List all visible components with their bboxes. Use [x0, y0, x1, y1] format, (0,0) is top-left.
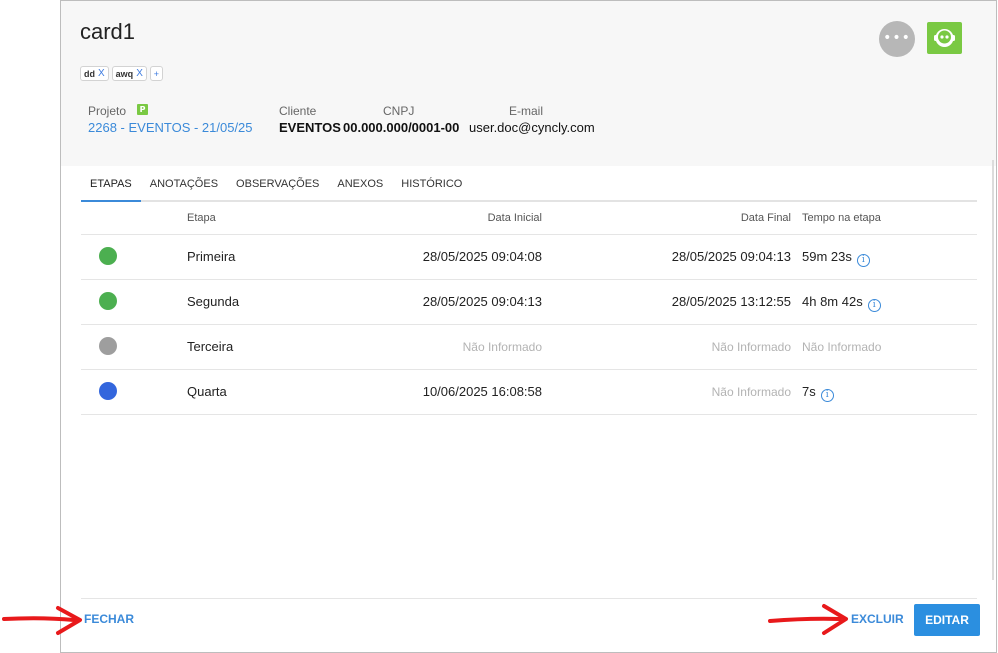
tag-label: dd — [84, 68, 95, 79]
start-date: 28/05/2025 09:04:08 — [422, 249, 542, 264]
stage-name: Primeira — [187, 249, 236, 264]
project-badge: P — [137, 104, 148, 115]
tag-dd: dd X — [80, 66, 109, 81]
tag-label: awq — [115, 68, 134, 79]
status-dot — [99, 382, 117, 400]
stage-name: Terceira — [187, 339, 234, 354]
project-link[interactable]: 2268 - EVENTOS - 21/05/25 — [88, 120, 253, 135]
email-value: user.doc@cyncly.com — [469, 120, 595, 135]
time-value: 4h 8m 42s — [802, 294, 863, 309]
info-icon[interactable]: i — [820, 389, 834, 402]
table-row[interactable]: Terceira Não Informado Não Informado Não… — [81, 325, 977, 370]
info-icon[interactable]: i — [856, 254, 870, 267]
tab-anotacoes[interactable]: ANOTAÇÕES — [141, 171, 227, 202]
scrollbar-track — [992, 160, 994, 580]
tab-etapas[interactable]: ETAPAS — [81, 171, 141, 202]
bot-button[interactable] — [927, 22, 962, 54]
client-label: Cliente — [279, 104, 317, 118]
email-label: E-mail — [509, 104, 544, 118]
more-options-button[interactable]: ••• — [879, 21, 915, 57]
edit-button[interactable]: EDITAR — [914, 604, 980, 636]
time-in-stage: 59m 23s i — [802, 249, 870, 267]
stage-name: Segunda — [187, 294, 240, 309]
cnpj-label: CNPJ — [383, 104, 415, 118]
start-date: 10/06/2025 16:08:58 — [422, 384, 542, 399]
arrow-annotation-icon — [768, 604, 848, 635]
time-value: 59m 23s — [802, 249, 852, 264]
column-header-end: Data Final — [740, 212, 791, 224]
status-dot — [99, 337, 117, 355]
start-date: 28/05/2025 09:04:13 — [422, 294, 542, 309]
stage-name: Quarta — [187, 384, 227, 399]
arrow-annotation-icon — [2, 606, 82, 635]
table-row[interactable]: Quarta 10/06/2025 16:08:58 Não Informado… — [81, 370, 977, 415]
card-header: card1 ••• dd X awq X + Projeto P 2268 - … — [61, 1, 996, 166]
table-row[interactable]: Segunda 28/05/2025 09:04:13 28/05/2025 1… — [81, 280, 977, 325]
delete-button[interactable]: EXCLUIR — [851, 612, 904, 626]
close-button[interactable]: FECHAR — [84, 612, 134, 626]
status-dot — [99, 292, 117, 310]
table-header: Etapa Data Inicial Data Final Tempo na e… — [81, 202, 977, 235]
card-title: card1 — [80, 19, 136, 44]
time-in-stage: 7s i — [802, 384, 834, 402]
start-date: Não Informado — [462, 340, 542, 354]
end-date: 28/05/2025 13:12:55 — [671, 294, 791, 309]
status-dot — [99, 247, 117, 265]
tab-anexos[interactable]: ANEXOS — [328, 171, 392, 202]
time-in-stage: 4h 8m 42s i — [802, 294, 881, 312]
column-header-start: Data Inicial — [487, 212, 542, 224]
stages-table: Etapa Data Inicial Data Final Tempo na e… — [81, 202, 977, 415]
add-tag-button[interactable]: + — [149, 66, 163, 81]
client-value: EVENTOS — [279, 120, 341, 135]
tab-bar: ETAPAS ANOTAÇÕES OBSERVAÇÕES ANEXOS HIST… — [81, 171, 977, 202]
tag-awq: awq X — [111, 66, 147, 81]
time-in-stage: Não Informado — [802, 340, 882, 354]
bot-icon — [934, 29, 955, 47]
cnpj-value: 00.000.000/0001-00 — [343, 120, 460, 135]
info-icon[interactable]: i — [867, 299, 881, 312]
column-header-stage: Etapa — [187, 212, 216, 224]
tag-remove-button[interactable]: X — [136, 68, 143, 79]
project-label: Projeto — [88, 104, 127, 118]
tag-remove-button[interactable]: X — [98, 68, 105, 79]
table-row[interactable]: Primeira 28/05/2025 09:04:08 28/05/2025 … — [81, 235, 977, 280]
card-modal: card1 ••• dd X awq X + Projeto P 2268 - … — [60, 0, 997, 653]
end-date: Não Informado — [711, 340, 791, 354]
time-value: 7s — [802, 384, 816, 399]
tab-observacoes[interactable]: OBSERVAÇÕES — [227, 171, 328, 202]
end-date: Não Informado — [711, 385, 791, 399]
tab-historico[interactable]: HISTÓRICO — [392, 171, 471, 202]
end-date: 28/05/2025 09:04:13 — [671, 249, 791, 264]
column-header-time: Tempo na etapa — [802, 212, 881, 224]
tag-list: dd X awq X + — [80, 66, 163, 81]
footer-divider — [81, 598, 977, 599]
